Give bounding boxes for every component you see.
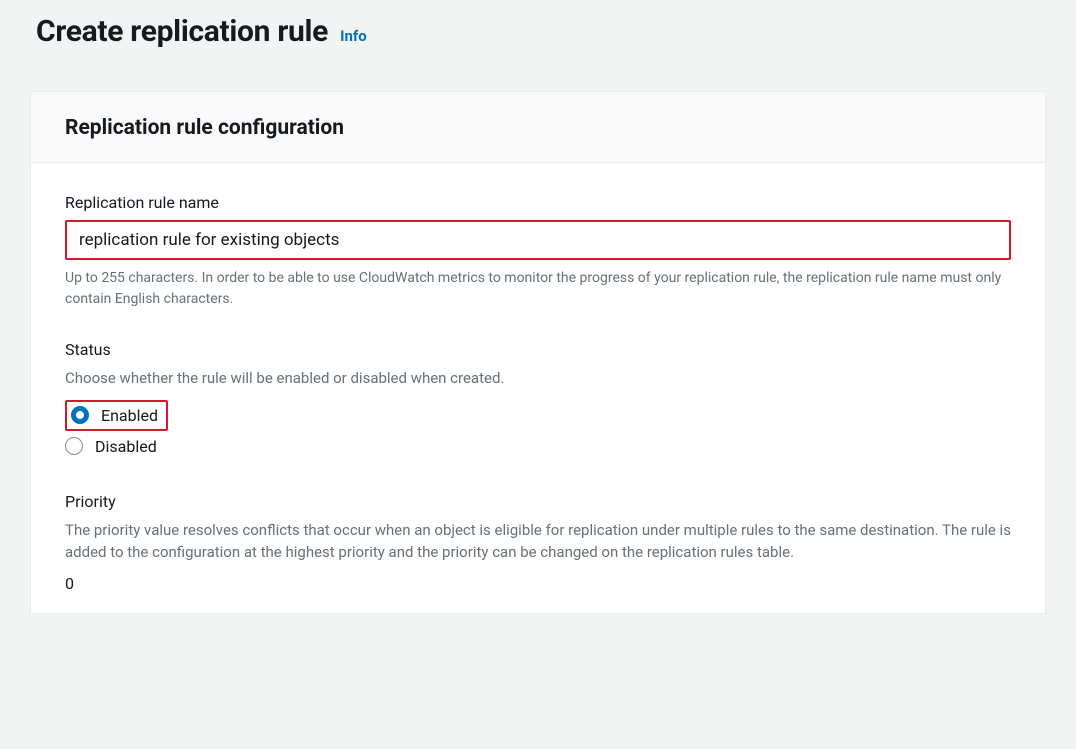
config-panel: Replication rule configuration Replicati…: [30, 91, 1046, 614]
priority-description: The priority value resolves conflicts th…: [65, 519, 1011, 564]
panel-header: Replication rule configuration: [31, 92, 1045, 163]
priority-value: 0: [65, 574, 1011, 593]
radio-selected-icon: [71, 406, 89, 424]
radio-unselected-icon: [65, 437, 83, 455]
rule-name-input[interactable]: [65, 220, 1011, 260]
status-disabled-label: Disabled: [95, 437, 157, 456]
page-title: Create replication rule: [36, 14, 328, 49]
status-description: Choose whether the rule will be enabled …: [65, 367, 1011, 390]
priority-group: Priority The priority value resolves con…: [65, 492, 1011, 593]
panel-title: Replication rule configuration: [65, 116, 1011, 140]
info-link[interactable]: Info: [340, 27, 367, 45]
status-label: Status: [65, 340, 1011, 359]
status-group: Status Choose whether the rule will be e…: [65, 340, 1011, 462]
rule-name-group: Replication rule name Up to 255 characte…: [65, 193, 1011, 310]
rule-name-label: Replication rule name: [65, 193, 1011, 212]
priority-label: Priority: [65, 492, 1011, 511]
rule-name-help: Up to 255 characters. In order to be abl…: [65, 268, 1011, 310]
status-enabled-radio[interactable]: Enabled: [65, 400, 168, 431]
status-enabled-label: Enabled: [101, 406, 158, 425]
status-disabled-radio[interactable]: Disabled: [65, 431, 1011, 462]
